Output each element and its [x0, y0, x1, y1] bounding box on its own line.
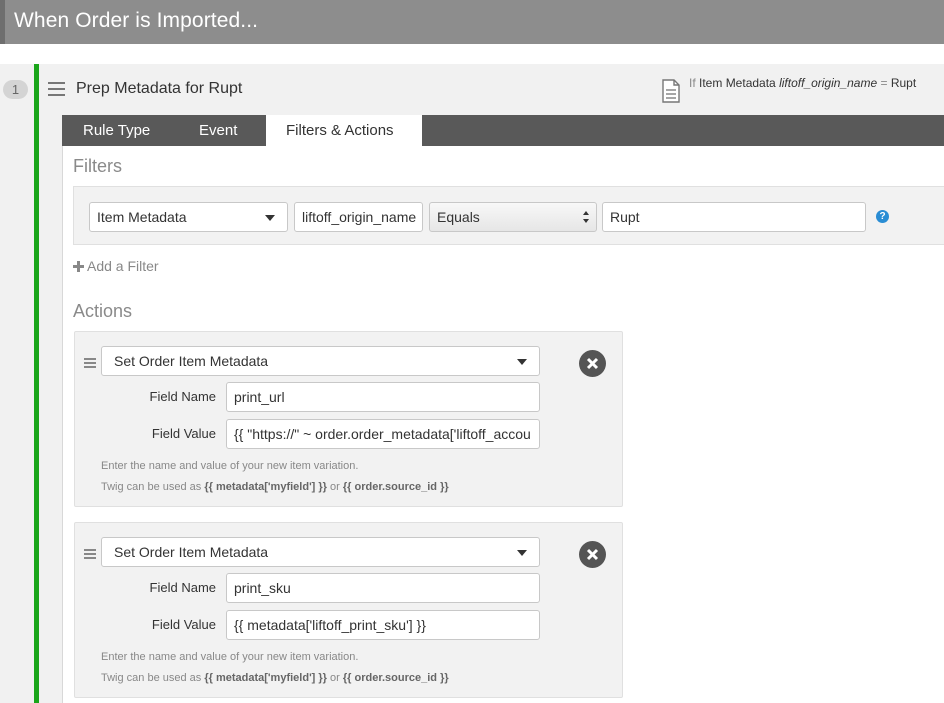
- page-header: When Order is Imported...: [0, 0, 944, 44]
- filter-operator-value: Equals: [437, 209, 480, 225]
- summary-value: Rupt: [890, 76, 917, 90]
- plus-icon: [73, 261, 84, 272]
- drag-handle-icon[interactable]: [84, 549, 96, 560]
- summary-key: liftoff_origin_name: [779, 76, 878, 90]
- action-type-select[interactable]: Set Order Item Metadata: [101, 537, 540, 567]
- remove-action-button[interactable]: [579, 541, 606, 568]
- actions-heading: Actions: [73, 301, 133, 321]
- field-name-input[interactable]: print_sku: [226, 573, 540, 603]
- field-value-label: Field Value: [151, 617, 216, 632]
- chevron-down-icon: [517, 359, 527, 365]
- filter-field-value: Item Metadata: [97, 209, 187, 225]
- rule-number-badge: 1: [3, 80, 28, 99]
- add-filter-label: Add a Filter: [87, 258, 159, 274]
- drag-handle-icon[interactable]: [84, 358, 96, 369]
- action-twig-hint: Twig can be used as {{ metadata['myfield…: [101, 672, 449, 684]
- field-value-input[interactable]: {{ metadata['liftoff_print_sku'] }}: [226, 610, 540, 640]
- remove-action-button[interactable]: [579, 350, 606, 377]
- document-icon: [662, 79, 680, 103]
- add-filter-link[interactable]: Add a Filter: [73, 258, 159, 274]
- action-type-select[interactable]: Set Order Item Metadata: [101, 346, 540, 376]
- chevron-down-icon: [517, 550, 527, 556]
- header-gap: [0, 44, 944, 64]
- filter-field-select[interactable]: Item Metadata: [89, 202, 288, 232]
- tab-rule-type[interactable]: Rule Type: [83, 115, 150, 146]
- rule-tabs: Rule Type Event Filters & Actions: [62, 115, 944, 146]
- question-icon[interactable]: ?: [876, 210, 889, 223]
- action-type-value: Set Order Item Metadata: [114, 544, 269, 560]
- header-accent: [0, 0, 5, 44]
- action-help-text: Enter the name and value of your new ite…: [101, 460, 359, 472]
- rule-name[interactable]: Prep Metadata for Rupt: [76, 80, 242, 98]
- summary-prefix: If: [689, 76, 696, 90]
- summary-operator: =: [880, 76, 888, 90]
- close-icon: [586, 357, 599, 370]
- field-value-label: Field Value: [151, 426, 216, 441]
- action-twig-hint: Twig can be used as {{ metadata['myfield…: [101, 481, 449, 493]
- rule-status-bar: [34, 64, 39, 703]
- field-name-label: Field Name: [149, 389, 216, 404]
- filter-operator-select[interactable]: Equals: [429, 202, 597, 232]
- tab-event[interactable]: Event: [199, 115, 237, 146]
- page-title: When Order is Imported...: [14, 9, 259, 32]
- summary-field: Item Metadata: [699, 76, 776, 90]
- filter-value-input[interactable]: Rupt: [602, 202, 866, 232]
- chevron-down-icon: [265, 215, 275, 221]
- field-value-input[interactable]: {{ "https://" ~ order.order_metadata['li…: [226, 419, 540, 449]
- field-name-label: Field Name: [149, 580, 216, 595]
- updown-icon: [583, 211, 589, 223]
- close-icon: [586, 548, 599, 561]
- hamburger-icon[interactable]: [48, 82, 65, 96]
- action-help-text: Enter the name and value of your new ite…: [101, 651, 359, 663]
- rule-summary: If Item Metadata liftoff_origin_name = R…: [689, 76, 916, 90]
- action-type-value: Set Order Item Metadata: [114, 353, 269, 369]
- filter-key-input[interactable]: liftoff_origin_name: [294, 202, 423, 232]
- field-name-input[interactable]: print_url: [226, 382, 540, 412]
- filters-heading: Filters: [73, 156, 122, 176]
- tab-filters-actions[interactable]: Filters & Actions: [266, 115, 422, 146]
